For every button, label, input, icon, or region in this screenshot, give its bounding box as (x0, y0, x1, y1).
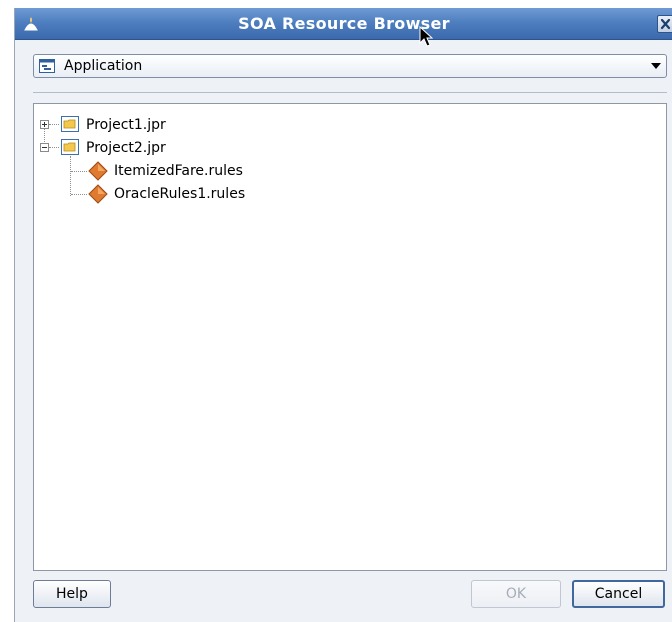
close-icon (660, 18, 671, 30)
application-icon (39, 59, 55, 73)
chevron-down-icon (651, 63, 661, 69)
help-button[interactable]: Help (33, 580, 111, 608)
mouse-pointer-icon (419, 26, 433, 47)
rules-icon (88, 184, 108, 204)
tree-item-oraclerules1-rules[interactable]: OracleRules1.rules (34, 183, 294, 205)
ok-button[interactable]: OK (471, 580, 561, 608)
title-bar[interactable]: SOA Resource Browser (15, 8, 672, 40)
close-button[interactable] (657, 15, 672, 33)
rules-icon (88, 161, 108, 181)
tree-item-label: OracleRules1.rules (114, 186, 246, 202)
folder-icon (61, 116, 79, 132)
tree-item-label: ItemizedFare.rules (114, 163, 243, 179)
folder-icon (61, 139, 79, 155)
resource-type-select[interactable]: Application (33, 54, 667, 78)
tree-item-project1[interactable]: Project1.jpr (34, 114, 234, 136)
selected-value: Application (64, 58, 143, 74)
cancel-button[interactable]: Cancel (572, 580, 665, 608)
collapse-toggle[interactable] (40, 143, 49, 152)
expand-toggle[interactable] (40, 120, 49, 129)
divider (33, 92, 667, 93)
tree-item-itemizedfare-rules[interactable]: ItemizedFare.rules (34, 160, 294, 182)
tree-item-project2[interactable]: Project2.jpr (34, 137, 234, 159)
window-title: SOA Resource Browser (238, 14, 450, 33)
tree-item-label: Project1.jpr (86, 117, 166, 133)
resource-tree[interactable]: Project1.jpr Project2.jpr ItemizedFare.r… (33, 103, 667, 571)
soa-resource-browser-dialog: SOA Resource Browser Application Project… (14, 8, 672, 622)
tree-item-label: Project2.jpr (86, 140, 166, 156)
